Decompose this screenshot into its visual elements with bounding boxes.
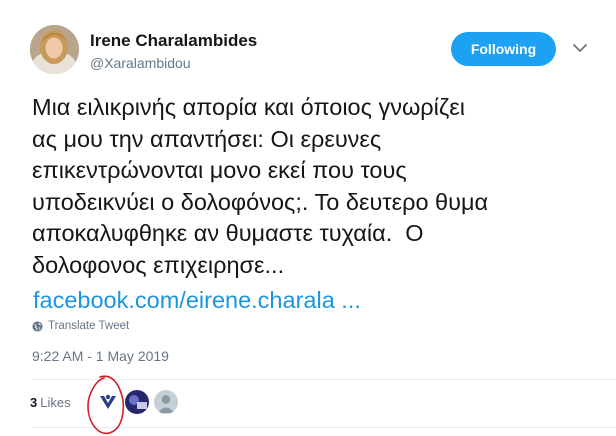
author-handle[interactable]: @Xaralambidou [90,55,191,71]
author-photo [30,25,79,74]
translate-tweet-label: Translate Tweet [48,320,130,332]
author-name[interactable]: Irene Charalambides [90,31,257,51]
liker-logo [96,390,120,414]
tweet-link[interactable]: facebook.com/eirene.charala ... [33,285,361,317]
following-button[interactable]: Following [451,32,556,66]
liker-avatar[interactable] [125,390,149,414]
likes-count[interactable]: 3 Likes [30,395,71,410]
tweet-timestamp[interactable]: 9:22 AM - 1 May 2019 [32,348,169,364]
liker-avatar[interactable] [96,390,120,414]
liker-avatar[interactable] [154,390,178,414]
tweet-text: Μια ειλικρινής απορία και όποιος γνωρίζε… [32,94,489,278]
globe-icon [32,320,43,332]
divider [32,427,616,428]
chevron-down-icon [573,44,587,52]
translate-tweet-button[interactable]: Translate Tweet [32,320,129,332]
divider [32,379,616,380]
default-avatar-icon [154,390,178,414]
more-options-button[interactable] [572,40,588,56]
author-avatar[interactable] [30,25,79,74]
likes-label: Likes [40,395,71,410]
liker-photo [125,390,149,414]
likes-number: 3 [30,395,38,410]
